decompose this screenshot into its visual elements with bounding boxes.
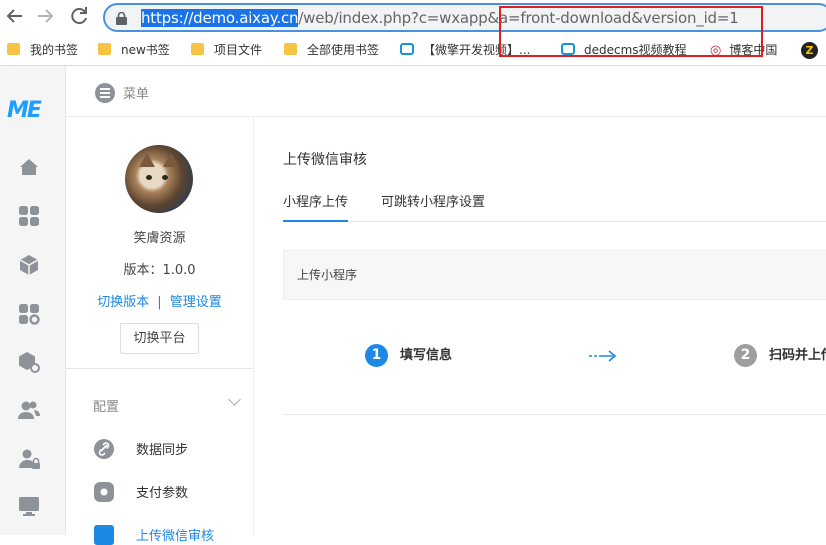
sidebar-item-label: 数据同步 bbox=[136, 443, 189, 458]
app-topbar: 菜单 bbox=[66, 66, 826, 117]
main-content: 上传微信审核 小程序上传 可跳转小程序设置 上传小程序 1 填写信息 2 扫码并上传 bbox=[254, 117, 826, 535]
page-title: 上传微信审核 bbox=[283, 152, 367, 168]
folder-icon bbox=[191, 43, 204, 55]
apps-settings-icon[interactable] bbox=[17, 302, 41, 326]
bookmark-label: 全部使用书签 bbox=[307, 43, 380, 57]
folder-icon bbox=[7, 43, 20, 55]
sidebar-item-label: 支付参数 bbox=[136, 486, 189, 501]
panel-divider bbox=[66, 368, 253, 369]
step-number: 1 bbox=[365, 344, 388, 367]
step-fill-info: 1 填写信息 bbox=[365, 344, 452, 367]
cube-icon[interactable] bbox=[17, 253, 41, 277]
forward-arrow-icon[interactable] bbox=[33, 4, 57, 28]
z-logo-icon: Z bbox=[801, 42, 818, 59]
user-lock-icon[interactable] bbox=[17, 447, 41, 471]
bookmark-label: 项目文件 bbox=[214, 43, 263, 57]
bookmark-item[interactable]: Z bbox=[801, 41, 818, 59]
lock-icon bbox=[116, 12, 127, 25]
avatar bbox=[125, 145, 193, 213]
tab-miniprogram-upload[interactable]: 小程序上传 bbox=[283, 191, 349, 222]
step-number: 2 bbox=[734, 344, 757, 367]
switch-platform-button[interactable]: 切换平台 bbox=[120, 323, 199, 354]
bookmark-item[interactable]: 我的书签 bbox=[7, 41, 78, 59]
card-header: 上传小程序 bbox=[283, 250, 826, 300]
switch-version-link[interactable]: 切换版本 bbox=[97, 295, 149, 310]
link-separator: | bbox=[157, 295, 162, 310]
bookmark-item[interactable]: new书签 bbox=[98, 41, 170, 59]
section-label: 配置 bbox=[93, 400, 120, 415]
menu-icon bbox=[95, 83, 115, 103]
home-icon[interactable] bbox=[17, 155, 41, 179]
reload-icon[interactable] bbox=[67, 4, 91, 28]
tab-jump-settings[interactable]: 可跳转小程序设置 bbox=[381, 191, 485, 220]
step-scan-upload: 2 扫码并上传 bbox=[734, 344, 826, 367]
sidebar-item-data-sync[interactable]: 数据同步 bbox=[94, 439, 188, 459]
arrow-right-icon bbox=[589, 350, 617, 362]
highlight-box bbox=[499, 6, 763, 57]
menu-label: 菜单 bbox=[123, 87, 150, 102]
bookmark-item[interactable]: 项目文件 bbox=[191, 41, 262, 59]
upload-steps: 1 填写信息 2 扫码并上传 bbox=[283, 300, 826, 415]
manage-settings-link[interactable]: 管理设置 bbox=[170, 295, 222, 310]
sidebar-item-label: 上传微信审核 bbox=[136, 529, 215, 544]
bookmark-item[interactable]: 全部使用书签 bbox=[284, 41, 379, 59]
link-icon bbox=[94, 439, 114, 459]
bookmark-label: 我的书签 bbox=[30, 43, 79, 57]
monitor-icon[interactable] bbox=[17, 494, 41, 518]
app-logo[interactable]: ME bbox=[7, 98, 42, 123]
sidebar-item-payment[interactable]: 支付参数 bbox=[94, 482, 188, 502]
bilibili-tv-icon bbox=[400, 43, 414, 55]
url-host: https://demo.aixay.cn bbox=[141, 9, 299, 27]
tab-bar: 小程序上传 可跳转小程序设置 bbox=[283, 187, 826, 222]
apps-grid-icon[interactable] bbox=[17, 204, 41, 228]
step-label: 扫码并上传 bbox=[769, 348, 826, 363]
version-text: 版本：1.0.0 bbox=[123, 263, 196, 278]
users-icon[interactable] bbox=[17, 398, 41, 422]
sidebar-item-wechat-review[interactable]: 上传微信审核 bbox=[94, 525, 214, 545]
side-panel: 笑膚资源 版本：1.0.0 切换版本 | 管理设置 切换平台 配置 数据同步 支付参… bbox=[66, 117, 254, 545]
gear-icon bbox=[94, 482, 114, 502]
step-label: 填写信息 bbox=[400, 348, 453, 363]
folder-icon bbox=[98, 43, 111, 55]
folder-icon bbox=[284, 43, 297, 55]
bookmark-label: new书签 bbox=[121, 43, 170, 57]
chevron-down-icon[interactable] bbox=[228, 393, 241, 406]
icon-sidebar: ME bbox=[0, 66, 66, 535]
account-name: 笑膚资源 bbox=[133, 231, 186, 246]
cube-settings-icon[interactable] bbox=[17, 350, 41, 374]
shield-icon bbox=[94, 525, 114, 545]
back-arrow-icon[interactable] bbox=[3, 4, 27, 28]
menu-toggle[interactable]: 菜单 bbox=[95, 83, 149, 103]
profile-links: 切换版本 | 管理设置 bbox=[66, 291, 253, 310]
